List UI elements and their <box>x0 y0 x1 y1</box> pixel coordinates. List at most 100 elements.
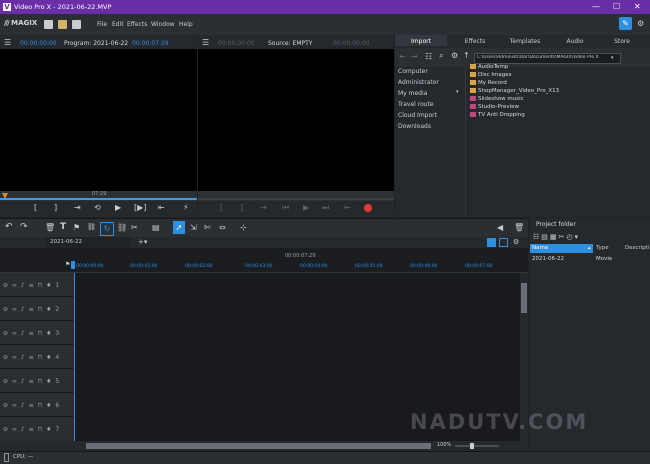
snap-icon[interactable]: ⊹ <box>240 223 247 232</box>
scrollbar-thumb[interactable] <box>86 443 431 449</box>
tab-audio[interactable]: Audio <box>549 38 601 45</box>
menu-window[interactable]: Window <box>151 21 175 28</box>
track-header[interactable]: ⊘ ∞ ♪ ≡ ⊓ ♦ 2 <box>0 297 74 321</box>
mode-switch-button[interactable]: ✎ <box>619 17 632 30</box>
open-folder-icon[interactable] <box>58 20 67 29</box>
source-scrubber[interactable] <box>198 191 394 201</box>
source-mark-out-button[interactable]: ] <box>240 203 243 212</box>
close-button[interactable]: ✕ <box>634 2 641 11</box>
source-mark-in-button[interactable]: [ <box>220 203 223 212</box>
minimize-button[interactable]: — <box>592 2 600 11</box>
track-header[interactable]: ⊘ ∞ ♪ ≡ ⊓ ♦ 1 <box>0 273 74 297</box>
back-arrow-icon[interactable]: ← <box>399 52 406 61</box>
mark-out-button[interactable]: ] <box>54 203 57 212</box>
zoom-fit-button[interactable] <box>499 238 508 247</box>
sidebar-item-travel-route[interactable]: Travel route <box>398 101 434 108</box>
zoom-slider[interactable] <box>455 445 499 447</box>
tab-templates[interactable]: Templates <box>499 38 551 45</box>
speaker-icon[interactable]: ◀ <box>497 223 503 232</box>
project-folder-toolbar[interactable]: ☷▤▦✂◴▾ <box>533 233 580 241</box>
list-item[interactable]: Studio-Preview <box>470 104 519 110</box>
tab-store[interactable]: Store <box>596 38 648 45</box>
sidebar-item-my-media[interactable]: My media <box>398 90 427 97</box>
up-folder-icon[interactable]: ↑ <box>463 51 470 60</box>
jump-to-out-button[interactable]: ⇤ <box>158 203 165 212</box>
scrollbar-thumb[interactable] <box>521 283 527 313</box>
tab-effects[interactable]: Effects <box>449 38 501 45</box>
marker-flag-icon[interactable]: ⚑ <box>65 261 70 268</box>
title-text-icon[interactable]: T <box>60 222 66 232</box>
mark-in-button[interactable]: [ <box>34 203 37 212</box>
sidebar-item-cloud-import[interactable]: Cloud Import <box>398 112 437 119</box>
track-header[interactable]: ⊘ ∞ ♪ ≡ ⊓ ♦ 7 <box>0 417 74 442</box>
select-tool-button[interactable]: ➚ <box>173 221 185 234</box>
column-type[interactable]: Type <box>596 245 609 251</box>
record-button[interactable] <box>364 204 372 212</box>
group-icon[interactable]: ⛓ <box>87 223 96 231</box>
source-play-button[interactable]: ▶ <box>303 203 309 212</box>
ripple-mode-button[interactable]: ↻ <box>100 222 114 236</box>
cut-tool-icon[interactable]: ✄ <box>204 223 211 232</box>
jump-to-in-button[interactable]: ⇥ <box>74 203 81 212</box>
range-tool-icon[interactable]: ⇲ <box>190 223 197 232</box>
list-item[interactable]: TV Anti Dropping <box>470 112 525 118</box>
marker-icon[interactable]: ⚑ <box>73 223 80 232</box>
sidebar-item-administrator[interactable]: Administrator <box>398 79 439 86</box>
column-name[interactable]: Name <box>532 245 548 251</box>
timeline-horizontal-scrollbar[interactable]: 100% <box>0 441 528 451</box>
column-description[interactable]: Descripti <box>625 245 649 251</box>
play-button[interactable]: ▶ <box>115 203 121 212</box>
timeline-ruler[interactable]: 00:00:07:29 ⚑ <box>0 248 528 273</box>
source-jump-in-button[interactable]: ⇥ <box>260 203 267 212</box>
source-prev-button[interactable]: ⏮ <box>282 203 289 213</box>
track-header[interactable]: ⊘ ∞ ♪ ≡ ⊓ ♦ 4 <box>0 345 74 369</box>
track-header[interactable]: ⊘ ∞ ♪ ≡ ⊓ ♦ 5 <box>0 369 74 393</box>
menu-help[interactable]: Help <box>179 21 193 28</box>
menu-edit[interactable]: Edit <box>112 21 124 28</box>
storyboard-icon[interactable]: ▤ <box>152 223 160 232</box>
view-mode-button[interactable] <box>487 238 496 247</box>
list-item[interactable]: AudioTemp <box>470 64 508 70</box>
list-item[interactable]: Slideshow music <box>470 96 524 102</box>
save-icon[interactable] <box>72 20 81 29</box>
list-item[interactable]: My Record <box>470 80 507 86</box>
source-next-button[interactable]: ⏭ <box>322 203 329 213</box>
redo-icon[interactable]: ↷ <box>20 222 28 232</box>
trash-bin-icon[interactable]: 🗑 <box>514 223 524 232</box>
program-scrubber[interactable]: 07:29 <box>0 191 197 201</box>
list-item[interactable]: ShopManager_Video_Pro_X13 <box>470 88 559 94</box>
track-header[interactable]: ⊘ ∞ ♪ ≡ ⊓ ♦ 6 <box>0 393 74 417</box>
loop-button[interactable]: ⟲ <box>94 203 101 212</box>
source-jump-out-button[interactable]: ⇤ <box>344 203 351 212</box>
menu-file[interactable]: File <box>97 21 107 28</box>
link-icon[interactable]: ⛓ <box>117 223 127 232</box>
chevron-down-icon[interactable]: ▾ <box>611 55 614 61</box>
sidebar-item-downloads[interactable]: Downloads <box>398 123 431 130</box>
new-project-icon[interactable] <box>44 20 53 29</box>
source-video-display[interactable] <box>198 49 394 191</box>
undo-icon[interactable]: ↶ <box>5 222 13 232</box>
sidebar-item-computer[interactable]: Computer <box>398 68 428 75</box>
list-item[interactable]: Disc Images <box>470 72 512 78</box>
quick-action-button[interactable]: ⚡ <box>183 203 189 212</box>
timeline-settings-icon[interactable]: ⚙ <box>513 238 519 246</box>
maximize-button[interactable]: ☐ <box>613 2 620 11</box>
chevron-down-icon[interactable]: ▾ <box>456 89 459 95</box>
program-menu-icon[interactable]: ☰ <box>4 38 11 47</box>
search-icon[interactable]: ⌕ <box>439 51 443 61</box>
add-tab-icon[interactable]: +▾ <box>138 238 147 246</box>
settings-icon[interactable]: ⚙ <box>637 19 644 28</box>
menu-effects[interactable]: Effects <box>127 21 147 28</box>
tab-import[interactable]: Import <box>395 38 447 45</box>
play-range-button[interactable]: [▶] <box>134 203 146 212</box>
program-video-display[interactable] <box>0 49 197 191</box>
delete-icon[interactable]: 🗑 <box>45 223 55 232</box>
view-list-icon[interactable]: ☷ <box>425 52 432 61</box>
playhead-handle[interactable] <box>71 261 75 269</box>
zoom-slider-handle[interactable] <box>470 443 474 449</box>
zoom-level[interactable]: 100% <box>437 442 451 448</box>
project-row-name[interactable]: 2021-06-22 <box>532 256 564 262</box>
unlink-icon[interactable]: ✂ <box>131 223 138 232</box>
track-header[interactable]: ⊘ ∞ ♪ ≡ ⊓ ♦ 3 <box>0 321 74 345</box>
source-menu-icon[interactable]: ☰ <box>202 38 209 47</box>
